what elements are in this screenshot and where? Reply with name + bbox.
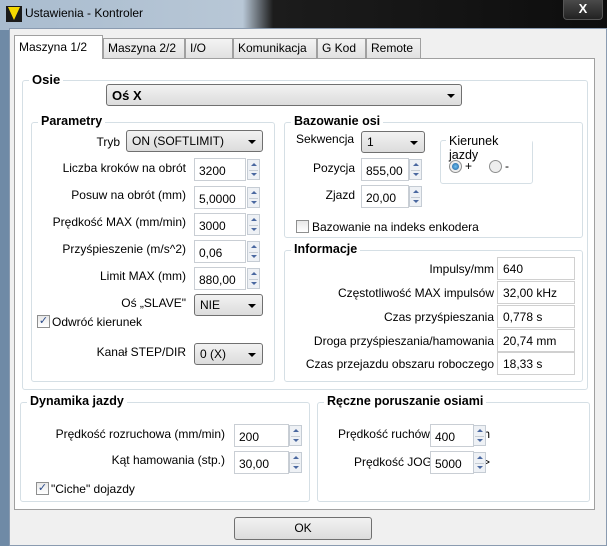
param-label: Posuw na obrót (mm) <box>71 188 186 202</box>
kat-hamowania-spinner[interactable] <box>289 452 302 473</box>
predkosc-max-spinner[interactable] <box>247 214 260 235</box>
dynamika-title: Dynamika jazdy <box>27 394 127 408</box>
kierunek-plus-radio[interactable] <box>449 160 462 173</box>
close-button[interactable]: X <box>563 0 603 20</box>
slave-label: Oś „SLAVE" <box>121 296 186 310</box>
info-label: Częstotliwość MAX impulsów <box>337 286 494 300</box>
tryb-label: Tryb <box>96 135 120 149</box>
chevron-down-icon <box>248 353 256 357</box>
jog-spinner[interactable] <box>473 452 486 473</box>
osie-title: Osie <box>29 72 64 87</box>
info-value: 0,778 s <box>497 305 575 328</box>
pozycja-input[interactable]: 855,00 <box>361 158 409 181</box>
zjazd-label: Zjazd <box>325 188 355 202</box>
ciche-checkbox[interactable]: ✓ <box>36 482 49 495</box>
przyspieszenie-spinner[interactable] <box>247 241 260 262</box>
info-label: Impulsy/mm <box>429 262 494 276</box>
predkosc-krokowa-spinner[interactable] <box>473 425 486 446</box>
kierunek-minus-radio[interactable] <box>489 160 502 173</box>
tryb-select[interactable]: ON (SOFTLIMIT) <box>126 130 263 152</box>
posuw-spinner[interactable] <box>247 187 260 208</box>
tab-maszyna-2[interactable]: Maszyna 2/2 <box>103 38 185 58</box>
tryb-value: ON (SOFTLIMIT) <box>132 134 224 148</box>
kat-hamowania-input[interactable]: 30,00 <box>234 451 289 474</box>
pozycja-spinner[interactable] <box>409 159 422 180</box>
predkosc-rozruchowa-input[interactable]: 200 <box>234 424 289 447</box>
sekwencja-label: Sekwencja <box>296 132 355 146</box>
info-label: Droga przyśpieszania/hamowania <box>313 334 494 348</box>
reczne-title: Ręczne poruszanie osiami <box>324 394 487 408</box>
kanal-select[interactable]: 0 (X) <box>194 343 263 365</box>
kanal-value: 0 (X) <box>200 347 227 361</box>
window-title: Ustawienia - Kontroler <box>25 6 144 20</box>
bazowanie-title: Bazowanie osi <box>291 114 384 128</box>
enkoder-checkbox[interactable] <box>296 220 309 233</box>
kroki-spinner[interactable] <box>247 159 260 180</box>
enkoder-label: Bazowanie na indeks enkodera <box>312 220 479 234</box>
chevron-down-icon <box>248 140 256 144</box>
app-logo-icon <box>6 6 22 22</box>
ciche-label: "Ciche" dojazdy <box>51 482 135 496</box>
informacje-title: Informacje <box>291 242 361 256</box>
slave-value: NIE <box>200 298 221 312</box>
param-label: Przyśpieszenie (m/s^2) <box>62 242 186 256</box>
tab-maszyna-1[interactable]: Maszyna 1/2 <box>14 35 103 59</box>
odwroc-checkbox[interactable]: ✓ <box>37 315 50 328</box>
odwroc-label: Odwróć kierunek <box>52 315 143 329</box>
predkosc-rozruchowa-spinner[interactable] <box>289 425 302 446</box>
info-value: 18,33 s <box>497 352 575 375</box>
przyspieszenie-input[interactable]: 0,06 <box>194 240 246 263</box>
tab-remote[interactable]: Remote <box>366 38 421 58</box>
kierunek-title: Kierunek jazdy <box>446 134 532 162</box>
info-label: Czas przyśpieszania <box>383 310 494 324</box>
kanal-label: Kanał STEP/DIR <box>96 345 186 359</box>
param-label: Prędkość MAX (mm/min) <box>52 215 186 229</box>
predkosc-krokowa-input[interactable]: 400 <box>430 424 474 447</box>
tab-komunikacja[interactable]: Komunikacja <box>233 38 317 58</box>
pozycja-label: Pozycja <box>312 161 355 175</box>
chevron-down-icon <box>248 304 256 308</box>
param-label: Limit MAX (mm) <box>100 269 186 283</box>
chevron-down-icon <box>410 141 418 145</box>
plus-label: + <box>465 159 473 173</box>
posuw-input[interactable]: 5,0000 <box>194 186 246 209</box>
info-label: Czas przejazdu obszaru roboczego <box>305 357 494 371</box>
ok-button[interactable]: OK <box>234 517 372 540</box>
limit-max-spinner[interactable] <box>247 268 260 289</box>
limit-max-input[interactable]: 880,00 <box>194 267 246 290</box>
axis-value: Oś X <box>112 88 142 103</box>
jog-input[interactable]: 5000 <box>430 451 474 474</box>
parametry-title: Parametry <box>38 114 106 128</box>
predkosc-max-input[interactable]: 3000 <box>194 213 246 236</box>
info-value: 20,74 mm <box>497 329 575 352</box>
slave-select[interactable]: NIE <box>194 294 263 316</box>
tab-g-kod[interactable]: G Kod <box>317 38 366 58</box>
kroki-input[interactable]: 3200 <box>194 158 246 181</box>
param-label: Liczba kroków na obrót <box>62 161 186 175</box>
minus-label: - <box>505 159 509 173</box>
dynamika-label: Kąt hamowania (stp.) <box>111 453 225 467</box>
sekwencja-select[interactable]: 1 <box>361 131 425 153</box>
zjazd-input[interactable]: 20,00 <box>361 185 409 208</box>
info-value: 32,00 kHz <box>497 281 575 304</box>
sekwencja-value: 1 <box>367 135 374 149</box>
info-value: 640 <box>497 257 575 280</box>
axis-select[interactable]: Oś X <box>106 84 462 106</box>
dynamika-label: Prędkość rozruchowa (mm/min) <box>55 427 225 441</box>
zjazd-spinner[interactable] <box>409 186 422 207</box>
tab-io[interactable]: I/O <box>185 38 233 58</box>
chevron-down-icon <box>447 94 455 98</box>
